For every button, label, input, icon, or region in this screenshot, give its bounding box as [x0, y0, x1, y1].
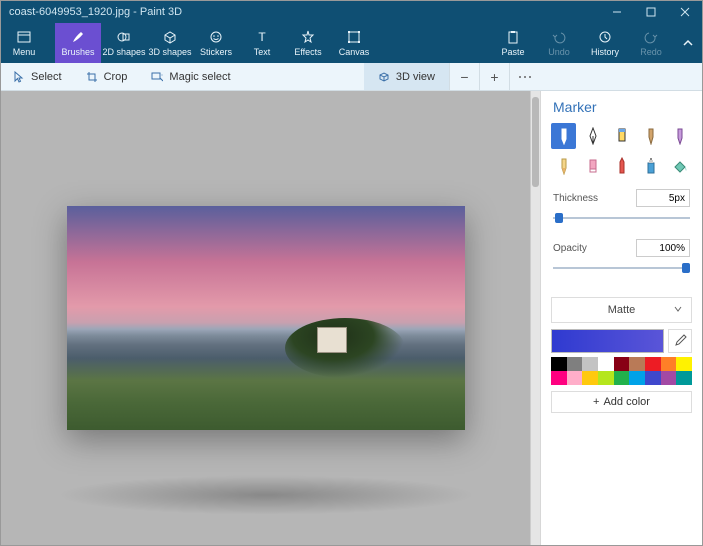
ribbon-expand-button[interactable]	[674, 23, 702, 63]
color-swatch[interactable]	[582, 371, 598, 385]
magic-select-tool[interactable]: Magic select	[139, 63, 242, 90]
color-swatch[interactable]	[645, 371, 661, 385]
brush-eraser[interactable]	[580, 153, 605, 179]
brush-spray-can[interactable]	[638, 153, 663, 179]
more-options-button[interactable]	[509, 63, 539, 90]
zoom-in-button[interactable]: +	[479, 63, 509, 90]
chevron-down-icon	[673, 304, 683, 317]
maximize-button[interactable]	[634, 1, 668, 23]
canvas-image[interactable]	[67, 206, 465, 430]
current-color[interactable]	[551, 329, 664, 353]
cursor-icon	[13, 71, 25, 83]
close-button[interactable]	[668, 1, 702, 23]
color-swatch[interactable]	[661, 357, 677, 371]
2d-shapes-tab[interactable]: 2D shapes	[101, 23, 147, 63]
thickness-label: Thickness	[553, 193, 598, 204]
stickers-tab[interactable]: Stickers	[193, 23, 239, 63]
plus-icon: +	[593, 396, 599, 408]
sub-toolbar: Select Crop Magic select 3D view − +	[1, 63, 702, 91]
opacity-slider[interactable]	[553, 261, 690, 275]
brush-marker[interactable]	[551, 123, 576, 149]
scrollbar-thumb[interactable]	[532, 97, 539, 187]
brush-grid	[541, 123, 702, 179]
select-tool[interactable]: Select	[1, 63, 74, 90]
effects-tab[interactable]: Effects	[285, 23, 331, 63]
color-swatch[interactable]	[629, 371, 645, 385]
color-swatch[interactable]	[676, 371, 692, 385]
app-window: coast-6049953_1920.jpg - Paint 3D Menu B…	[0, 0, 703, 546]
color-swatch[interactable]	[676, 357, 692, 371]
window-title: coast-6049953_1920.jpg - Paint 3D	[1, 6, 600, 18]
canvas-area[interactable]	[1, 91, 530, 545]
brush-crayon[interactable]	[609, 153, 634, 179]
crop-icon	[86, 71, 98, 83]
cube-icon	[378, 71, 390, 83]
ribbon-toolbar: Menu Brushes 2D shapes 3D shapes Sticker…	[1, 23, 702, 63]
color-swatch[interactable]	[614, 357, 630, 371]
eyedropper-icon	[673, 334, 687, 348]
thickness-slider[interactable]	[553, 211, 690, 225]
color-swatch[interactable]	[661, 371, 677, 385]
brush-oil[interactable]	[609, 123, 634, 149]
brush-pixel-pen[interactable]	[667, 123, 692, 149]
thickness-input[interactable]	[636, 189, 690, 207]
color-swatch[interactable]	[567, 371, 583, 385]
canvas-tab[interactable]: Canvas	[331, 23, 377, 63]
color-swatch[interactable]	[645, 357, 661, 371]
eyedropper-button[interactable]	[668, 329, 692, 353]
color-swatch[interactable]	[567, 357, 583, 371]
color-swatches	[551, 357, 692, 385]
zoom-out-button[interactable]: −	[449, 63, 479, 90]
add-color-button[interactable]: + Add color	[551, 391, 692, 413]
titlebar: coast-6049953_1920.jpg - Paint 3D	[1, 1, 702, 23]
brush-calligraphy-pen[interactable]	[580, 123, 605, 149]
opacity-input[interactable]	[636, 239, 690, 257]
paste-button[interactable]: Paste	[490, 23, 536, 63]
color-swatch[interactable]	[598, 357, 614, 371]
brush-watercolor[interactable]	[638, 123, 663, 149]
color-swatch[interactable]	[598, 371, 614, 385]
crop-tool[interactable]: Crop	[74, 63, 140, 90]
svg-text:T: T	[258, 30, 266, 44]
thickness-section: Thickness	[541, 179, 702, 229]
text-tab[interactable]: T Text	[239, 23, 285, 63]
brush-fill[interactable]	[667, 153, 692, 179]
color-swatch[interactable]	[582, 357, 598, 371]
brushes-tab[interactable]: Brushes	[55, 23, 101, 63]
brush-pencil[interactable]	[551, 153, 576, 179]
sidebar-header: Marker	[541, 91, 702, 123]
opacity-section: Opacity	[541, 229, 702, 279]
opacity-label: Opacity	[553, 243, 587, 254]
3d-shapes-tab[interactable]: 3D shapes	[147, 23, 193, 63]
color-swatch[interactable]	[614, 371, 630, 385]
main-area: Marker Thickness	[1, 91, 702, 545]
color-swatch[interactable]	[629, 357, 645, 371]
redo-button[interactable]: Redo	[628, 23, 674, 63]
material-dropdown[interactable]: Matte	[551, 297, 692, 323]
magic-select-icon	[151, 71, 163, 83]
undo-button[interactable]: Undo	[536, 23, 582, 63]
vertical-scrollbar[interactable]	[530, 91, 540, 545]
history-button[interactable]: History	[582, 23, 628, 63]
color-swatch[interactable]	[551, 371, 567, 385]
sidebar: Marker Thickness	[540, 91, 702, 545]
color-swatch[interactable]	[551, 357, 567, 371]
3d-view-toggle[interactable]: 3D view	[364, 63, 449, 90]
minimize-button[interactable]	[600, 1, 634, 23]
menu-button[interactable]: Menu	[1, 23, 47, 63]
